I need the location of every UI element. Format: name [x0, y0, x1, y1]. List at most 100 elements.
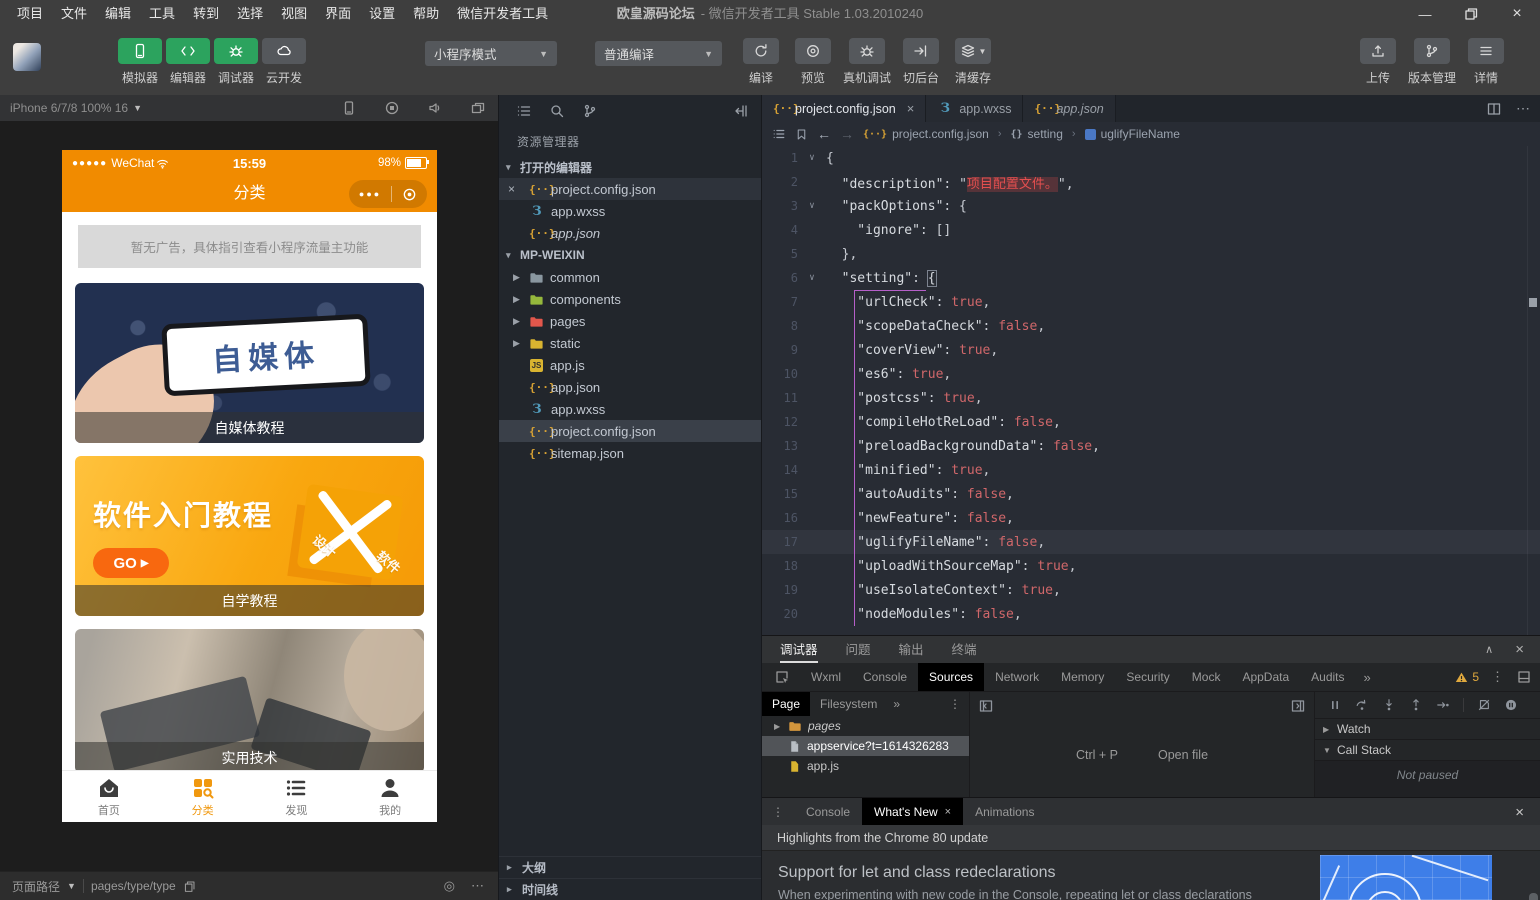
outline-icon[interactable]: [772, 127, 786, 141]
go-button[interactable]: GO▶: [93, 548, 169, 578]
tree-file-app.js[interactable]: JSapp.js: [499, 354, 761, 376]
explorer-section-1[interactable]: ▸时间线: [499, 878, 761, 900]
category-card-practical[interactable]: 实用技术: [75, 629, 424, 773]
devtools-tab-Console[interactable]: Console: [852, 663, 918, 691]
bookmark-icon[interactable]: [795, 128, 808, 141]
devtools-tab-Network[interactable]: Network: [984, 663, 1050, 691]
show-debugger-icon[interactable]: [1290, 698, 1306, 714]
project-section[interactable]: ▾ MP-WEIXIN: [499, 244, 761, 266]
tree-folder-pages[interactable]: ▶ pages: [499, 310, 761, 332]
menu-item-5[interactable]: 选择: [228, 0, 272, 28]
editor-tab-app.wxss[interactable]: Зapp.wxss: [926, 95, 1023, 122]
breadcrumb-file[interactable]: {··}project.config.json: [863, 127, 989, 141]
devtools-tab-Sources[interactable]: Sources: [918, 663, 984, 691]
sources-pane-tab-Filesystem[interactable]: Filesystem: [810, 692, 887, 716]
dock-icon[interactable]: [1516, 669, 1532, 685]
sources-tree-folder[interactable]: ▶ pages: [762, 716, 969, 736]
show-navigator-icon[interactable]: [978, 698, 994, 714]
action-upload-icon[interactable]: 上传: [1352, 38, 1404, 86]
menu-item-1[interactable]: 文件: [52, 0, 96, 28]
action-eye-icon[interactable]: 预览: [787, 38, 839, 86]
close-tab-icon[interactable]: ×: [945, 806, 951, 818]
tree-folder-static[interactable]: ▶ static: [499, 332, 761, 354]
action-background-icon[interactable]: 切后台: [895, 38, 947, 86]
explorer-section-0[interactable]: ▸大纲: [499, 856, 761, 878]
menu-item-7[interactable]: 界面: [316, 0, 360, 28]
avatar[interactable]: [13, 43, 41, 71]
pause-exceptions-icon[interactable]: [1504, 698, 1518, 712]
pause-icon[interactable]: [1328, 698, 1342, 712]
forward-icon[interactable]: →: [840, 126, 854, 142]
phone-tab-profile-icon[interactable]: 我的: [343, 771, 437, 822]
tree-file-project.config.json[interactable]: {··}project.config.json: [499, 420, 761, 442]
action-layers-icon[interactable]: ▼ 清缓存: [947, 38, 999, 86]
warning-badge[interactable]: 5: [1455, 670, 1479, 684]
tree-file-app.wxss[interactable]: Зapp.wxss: [499, 398, 761, 420]
menu-item-2[interactable]: 编辑: [96, 0, 140, 28]
back-icon[interactable]: ←: [817, 126, 831, 142]
devtools-tab-Wxml[interactable]: Wxml: [800, 663, 852, 691]
breadcrumb-property[interactable]: uglifyFileName: [1085, 127, 1180, 141]
action-details-icon[interactable]: 详情: [1460, 38, 1512, 86]
independent-window-icon[interactable]: ◎: [444, 878, 455, 894]
open-editors-section[interactable]: ▾ 打开的编辑器: [499, 156, 761, 178]
compile-mode-select[interactable]: 普通编译▼: [595, 41, 722, 66]
scrollbar-marker[interactable]: [1529, 298, 1537, 307]
call-stack-section[interactable]: ▼ Call Stack: [1315, 740, 1540, 761]
menu-item-0[interactable]: 项目: [8, 0, 52, 28]
debugger-tab-终端[interactable]: 终端: [952, 636, 977, 663]
open-editor-row[interactable]: {··}app.json: [499, 222, 761, 244]
debugger-tab-调试器[interactable]: 调试器: [780, 636, 818, 663]
close-icon[interactable]: ×: [1515, 641, 1524, 658]
deactivate-breakpoints-icon[interactable]: [1477, 698, 1491, 712]
toggle-code-icon[interactable]: 编辑器: [164, 38, 212, 86]
git-branch-icon[interactable]: [582, 103, 598, 119]
phone-tab-category-icon[interactable]: 分类: [156, 771, 250, 822]
sources-tree-file[interactable]: app.js: [762, 756, 969, 776]
file-list-icon[interactable]: [516, 103, 532, 119]
split-editor-icon[interactable]: [1486, 101, 1502, 117]
inspect-icon[interactable]: [774, 669, 790, 685]
tree-folder-components[interactable]: ▶ components: [499, 288, 761, 310]
phone-tab-home-icon[interactable]: 首页: [62, 771, 156, 822]
open-editor-row[interactable]: Зapp.wxss: [499, 200, 761, 222]
openfile-action[interactable]: Open file: [1158, 748, 1208, 762]
drawer-tab[interactable]: Animations: [963, 798, 1046, 825]
toggle-phone-icon[interactable]: 模拟器: [116, 38, 164, 86]
chrome-update-image[interactable]: [1320, 855, 1492, 900]
more-icon[interactable]: ⋯: [1516, 100, 1530, 117]
devtools-tab-AppData[interactable]: AppData: [1231, 663, 1300, 691]
devtools-tab-Security[interactable]: Security: [1115, 663, 1180, 691]
editor-tab-project.config.json[interactable]: {··}project.config.json ×: [762, 95, 926, 122]
capsule-menu[interactable]: ●●●: [349, 180, 427, 208]
watch-section[interactable]: ▶ Watch: [1315, 719, 1540, 740]
chevron-down-icon[interactable]: ▼: [67, 881, 76, 891]
step-into-icon[interactable]: [1382, 698, 1396, 712]
open-editor-row[interactable]: × {··}project.config.json: [499, 178, 761, 200]
action-branch-icon[interactable]: 版本管理: [1404, 38, 1460, 86]
collapse-up-icon[interactable]: ∧: [1485, 641, 1493, 658]
close-button[interactable]: ×: [1494, 0, 1540, 28]
category-card-zimeiti[interactable]: 自媒体 自媒体教程: [75, 283, 424, 443]
kebab-menu-icon[interactable]: ⋮: [762, 805, 794, 819]
record-icon[interactable]: [384, 100, 400, 116]
collapse-panel-icon[interactable]: [733, 103, 749, 119]
kebab-menu-icon[interactable]: ⋮: [949, 697, 961, 711]
debugger-tab-输出[interactable]: 输出: [899, 636, 924, 663]
rotate-device-icon[interactable]: [341, 100, 357, 116]
tree-folder-common[interactable]: ▶ common: [499, 266, 761, 288]
more-icon[interactable]: ⋯: [471, 878, 484, 894]
phone-tab-discover-icon[interactable]: 发现: [250, 771, 344, 822]
step-over-icon[interactable]: [1355, 698, 1369, 712]
restore-button[interactable]: [1448, 0, 1494, 28]
minimize-button[interactable]: —: [1402, 0, 1448, 28]
sources-pane-tab-Page[interactable]: Page: [762, 692, 810, 716]
menu-item-3[interactable]: 工具: [140, 0, 184, 28]
menu-item-4[interactable]: 转到: [184, 0, 228, 28]
close-tab-icon[interactable]: ×: [907, 101, 915, 116]
debugger-tab-问题[interactable]: 问题: [846, 636, 871, 663]
drawer-tab[interactable]: What's New×: [862, 798, 963, 825]
fold-icon[interactable]: ∨: [798, 273, 826, 283]
device-selector[interactable]: iPhone 6/7/8 100% 16▼: [10, 101, 142, 115]
step-out-icon[interactable]: [1409, 698, 1423, 712]
